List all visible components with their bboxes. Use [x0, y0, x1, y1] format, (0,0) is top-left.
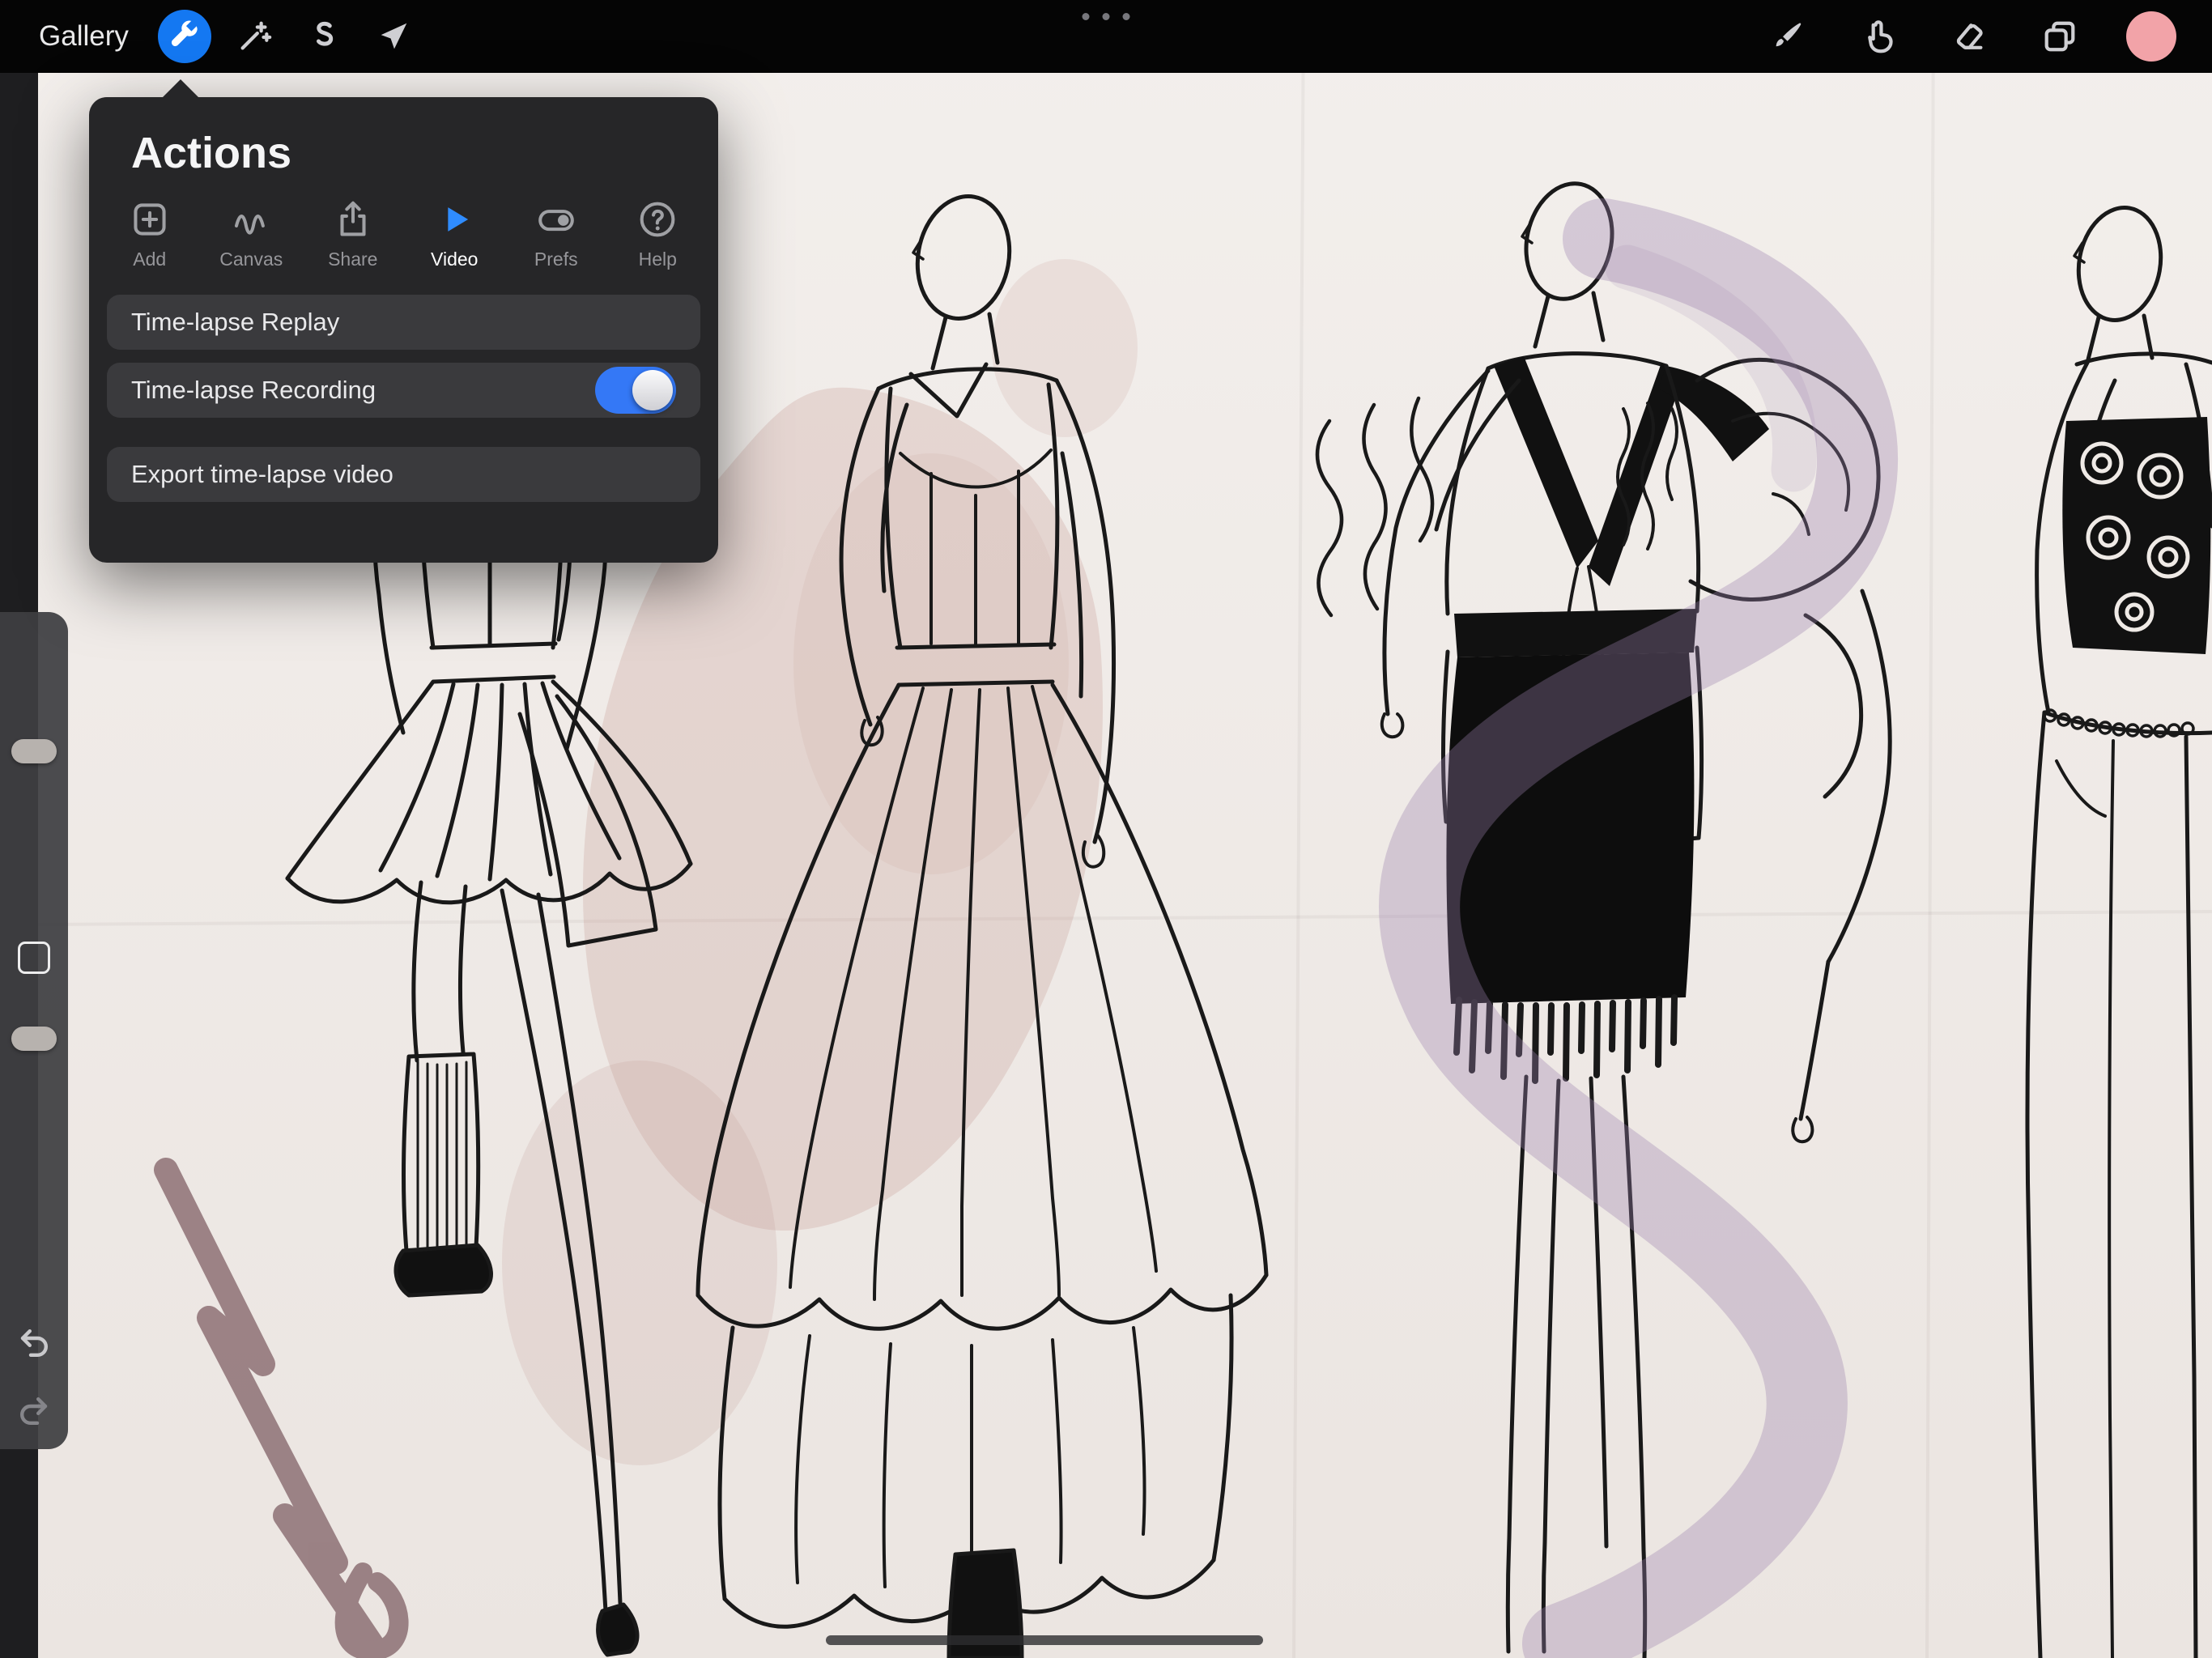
- erase-button[interactable]: [1945, 12, 1993, 61]
- export-timelapse-row[interactable]: Export time-lapse video: [107, 447, 700, 502]
- canvas-options-icon[interactable]: [1083, 13, 1130, 20]
- brush-icon: [1769, 18, 1806, 55]
- home-indicator[interactable]: [826, 1635, 1263, 1645]
- wrench-icon: [166, 18, 203, 55]
- color-button[interactable]: [2126, 11, 2176, 62]
- actions-panel: Actions Add Canvas Share: [89, 97, 718, 563]
- panel-title: Actions: [131, 128, 718, 178]
- timelapse-recording-toggle[interactable]: [595, 367, 676, 414]
- sidebar: [0, 612, 68, 1449]
- actions-tabs: Add Canvas Share Video: [89, 198, 718, 270]
- undo-button[interactable]: [15, 1322, 53, 1361]
- toggle-knob: [632, 370, 673, 410]
- tab-video[interactable]: Video: [404, 198, 506, 270]
- toggle-icon: [534, 198, 578, 241]
- export-timelapse-label: Export time-lapse video: [131, 460, 393, 489]
- adjustments-button[interactable]: [228, 10, 281, 63]
- brush-size-slider[interactable]: [11, 739, 57, 763]
- tab-canvas[interactable]: Canvas: [201, 198, 303, 270]
- redo-button[interactable]: [15, 1390, 53, 1429]
- modify-button[interactable]: [18, 942, 50, 974]
- tab-add[interactable]: Add: [99, 198, 201, 270]
- undo-arrow-icon: [15, 1322, 53, 1361]
- redo-arrow-icon: [15, 1390, 53, 1429]
- layers-icon: [2041, 18, 2078, 55]
- smudge-finger-icon: [1860, 18, 1897, 55]
- layers-button[interactable]: [2035, 12, 2084, 61]
- topbar: Gallery: [0, 0, 2212, 73]
- procreate-window: Gallery: [0, 0, 2212, 1658]
- timelapse-recording-label: Time-lapse Recording: [131, 376, 376, 405]
- canvas-wave-icon: [229, 198, 273, 241]
- add-square-icon: [128, 198, 172, 241]
- timelapse-replay-label: Time-lapse Replay: [131, 308, 339, 337]
- transform-button[interactable]: [367, 10, 420, 63]
- tab-prefs[interactable]: Prefs: [505, 198, 607, 270]
- opacity-slider[interactable]: [11, 1027, 57, 1051]
- share-up-icon: [331, 198, 375, 241]
- timelapse-replay-row[interactable]: Time-lapse Replay: [107, 295, 700, 350]
- smudge-button[interactable]: [1854, 12, 1903, 61]
- selection-s-icon: [305, 18, 342, 55]
- eraser-icon: [1950, 18, 1988, 55]
- selection-button[interactable]: [297, 10, 351, 63]
- tab-share[interactable]: Share: [302, 198, 404, 270]
- help-circle-icon: [636, 198, 679, 241]
- timelapse-recording-row[interactable]: Time-lapse Recording: [107, 363, 700, 418]
- tab-help[interactable]: Help: [607, 198, 709, 270]
- transform-arrow-icon: [375, 18, 412, 55]
- panel-caret: [161, 79, 200, 99]
- actions-list: Time-lapse Replay Time-lapse Recording E…: [89, 295, 718, 502]
- actions-button[interactable]: [158, 10, 211, 63]
- magic-wand-icon: [236, 18, 273, 55]
- gallery-button[interactable]: Gallery: [39, 20, 129, 53]
- play-icon: [432, 198, 476, 241]
- brush-button[interactable]: [1763, 12, 1812, 61]
